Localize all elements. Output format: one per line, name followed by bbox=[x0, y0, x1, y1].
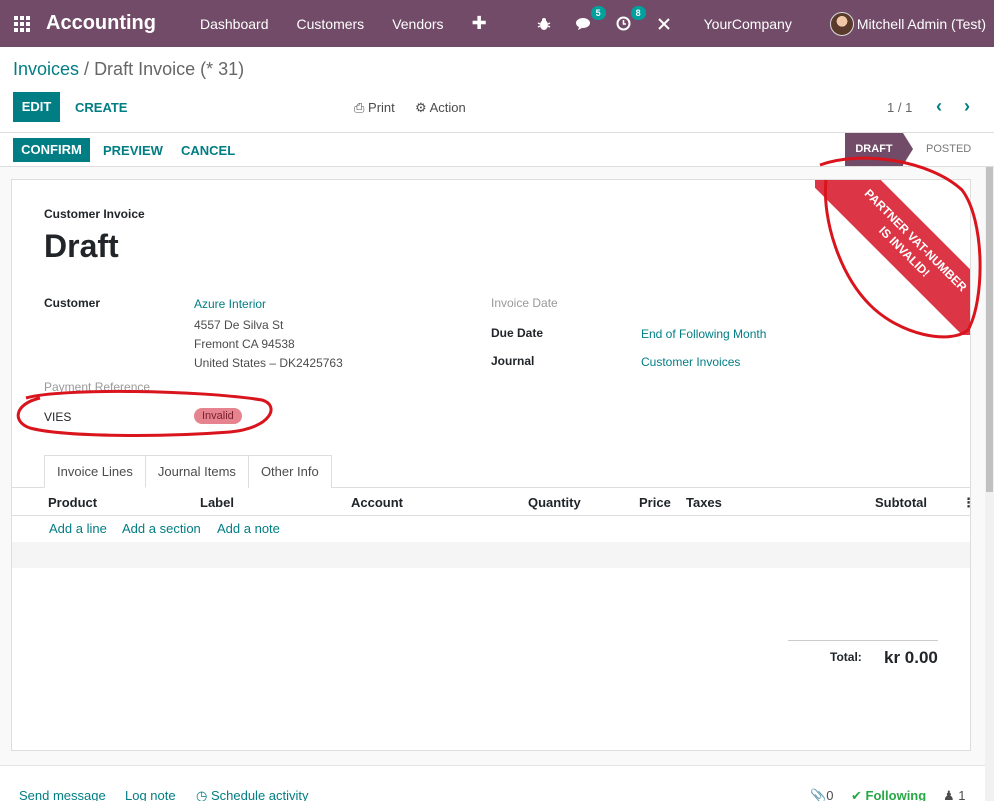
chevron-right-icon[interactable]: › bbox=[964, 96, 970, 117]
add-line-link[interactable]: Add a line bbox=[49, 521, 107, 536]
invoice-date-label: Invoice Date bbox=[491, 296, 558, 310]
top-navbar: Accounting Dashboard Customers Vendors ✚… bbox=[0, 0, 994, 47]
attachments-button[interactable]: 📎0 bbox=[810, 788, 833, 801]
print-label: Print bbox=[368, 100, 395, 115]
scrollbar-thumb[interactable] bbox=[986, 167, 993, 492]
invoice-title: Draft bbox=[44, 228, 119, 264]
main-menu: Dashboard Customers Vendors ✚ bbox=[186, 14, 501, 32]
due-date-value[interactable]: End of Following Month bbox=[641, 327, 766, 341]
col-subtotal[interactable]: Subtotal bbox=[875, 495, 927, 510]
action-dropdown[interactable]: ⚙ Action bbox=[415, 100, 466, 116]
schedule-activity-label: Schedule activity bbox=[210, 788, 309, 801]
attachments-count: 0 bbox=[826, 788, 834, 801]
menu-dashboard[interactable]: Dashboard bbox=[186, 16, 283, 32]
action-label: Action bbox=[429, 100, 466, 115]
tab-invoice-lines[interactable]: Invoice Lines bbox=[44, 455, 146, 488]
col-quantity[interactable]: Quantity bbox=[528, 495, 581, 510]
col-label[interactable]: Label bbox=[200, 495, 234, 510]
pager-value[interactable]: 1 / 1 bbox=[887, 100, 912, 115]
user-icon: ♟ bbox=[943, 788, 955, 801]
col-taxes[interactable]: Taxes bbox=[686, 495, 722, 510]
vies-status-badge: Invalid bbox=[194, 408, 242, 424]
check-icon: ✔ bbox=[851, 788, 862, 801]
apps-menu-icon[interactable] bbox=[13, 15, 31, 33]
messages-badge: 5 bbox=[590, 5, 606, 20]
col-product[interactable]: Product bbox=[48, 495, 97, 510]
add-row: Add a line Add a section Add a note bbox=[12, 516, 970, 542]
following-button[interactable]: ✔ Following bbox=[851, 788, 926, 801]
notebook-tabs: Invoice Lines Journal Items Other Info bbox=[44, 455, 332, 488]
ribbon-band: Partner VAT-number is invalid! bbox=[815, 180, 970, 335]
print-dropdown[interactable]: ⎙ Print bbox=[354, 100, 395, 116]
optional-columns-icon[interactable]: ⋮ bbox=[962, 495, 975, 511]
empty-row bbox=[12, 568, 970, 594]
breadcrumb-current: Draft Invoice (* 31) bbox=[94, 59, 245, 79]
breadcrumb-separator: / bbox=[79, 59, 95, 79]
messages-icon[interactable]: 5 bbox=[574, 5, 606, 34]
paperclip-icon: 📎 bbox=[810, 788, 827, 801]
invalid-vat-ribbon: Partner VAT-number is invalid! bbox=[815, 180, 970, 335]
following-label: Following bbox=[865, 788, 927, 801]
chevron-left-icon[interactable]: ‹ bbox=[936, 96, 942, 117]
customer-address-line2: Fremont CA 94538 bbox=[194, 337, 295, 351]
clock-icon: ◷ bbox=[196, 788, 208, 801]
customer-label: Customer bbox=[44, 296, 101, 310]
breadcrumb: Invoices / Draft Invoice (* 31) bbox=[13, 59, 244, 80]
schedule-activity-button[interactable]: ◷ Schedule activity bbox=[196, 788, 309, 801]
confirm-button[interactable]: CONFIRM bbox=[13, 138, 90, 162]
journal-label: Journal bbox=[491, 354, 535, 368]
activities-badge: 8 bbox=[630, 5, 646, 20]
stage-draft: DRAFT bbox=[845, 133, 913, 166]
breadcrumb-invoices[interactable]: Invoices bbox=[13, 59, 79, 79]
gear-icon: ⚙ bbox=[415, 100, 427, 115]
add-note-link[interactable]: Add a note bbox=[217, 521, 280, 536]
tools-icon[interactable] bbox=[654, 14, 674, 34]
user-menu[interactable]: Mitchell Admin (Test) bbox=[857, 16, 986, 32]
tab-other-info[interactable]: Other Info bbox=[247, 455, 332, 488]
navbar-systray: 5 8 YourCompany Mitchell Admin (Test) bbox=[524, 5, 994, 36]
total-divider bbox=[788, 640, 938, 641]
send-message-button[interactable]: Send message bbox=[19, 788, 106, 801]
menu-vendors[interactable]: Vendors bbox=[378, 16, 457, 32]
add-section-link[interactable]: Add a section bbox=[122, 521, 201, 536]
form-statusbar: CONFIRM PREVIEW CANCEL DRAFT POSTED bbox=[0, 132, 994, 167]
activities-clock-icon[interactable]: 8 bbox=[614, 5, 646, 34]
stage-posted: POSTED bbox=[926, 143, 972, 155]
followers-button[interactable]: ♟ 1 bbox=[943, 788, 966, 801]
chatter-topbar: Send message Log note ◷ Schedule activit… bbox=[0, 765, 985, 801]
company-switcher[interactable]: YourCompany bbox=[704, 16, 792, 32]
menu-customers[interactable]: Customers bbox=[283, 16, 379, 32]
invoice-lines-header: Product Label Account Quantity Price Tax… bbox=[12, 488, 975, 516]
payment-reference-label: Payment Reference bbox=[44, 380, 151, 394]
empty-row bbox=[12, 594, 970, 620]
customer-address-line1: 4557 De Silva St bbox=[194, 318, 284, 332]
ribbon-text-line2: is invalid! bbox=[876, 223, 933, 280]
journal-value[interactable]: Customer Invoices bbox=[641, 355, 740, 369]
col-account[interactable]: Account bbox=[351, 495, 403, 510]
empty-row bbox=[12, 542, 970, 568]
app-brand[interactable]: Accounting bbox=[46, 12, 156, 35]
edit-button[interactable]: EDIT bbox=[13, 92, 60, 122]
vies-label: VIES bbox=[44, 410, 72, 424]
customer-link[interactable]: Azure Interior bbox=[194, 297, 266, 311]
debug-bug-icon[interactable] bbox=[534, 14, 554, 34]
followers-count: 1 bbox=[958, 788, 966, 801]
user-avatar[interactable] bbox=[829, 11, 854, 36]
cancel-button[interactable]: CANCEL bbox=[181, 143, 235, 158]
preview-button[interactable]: PREVIEW bbox=[103, 143, 163, 158]
due-date-label: Due Date bbox=[491, 326, 544, 340]
tab-journal-items[interactable]: Journal Items bbox=[144, 455, 249, 488]
print-icon: ⎙ bbox=[354, 100, 365, 115]
vertical-scrollbar[interactable] bbox=[985, 167, 994, 801]
col-price[interactable]: Price bbox=[639, 495, 671, 510]
customer-address-line3: United States – DK2425763 bbox=[194, 356, 343, 370]
document-type: Customer Invoice bbox=[44, 207, 145, 221]
total-amount: kr 0.00 bbox=[884, 648, 938, 667]
total-label: Total: bbox=[830, 650, 862, 664]
menu-add-icon[interactable]: ✚ bbox=[458, 14, 501, 32]
create-button[interactable]: CREATE bbox=[75, 100, 127, 115]
log-note-button[interactable]: Log note bbox=[125, 788, 176, 801]
